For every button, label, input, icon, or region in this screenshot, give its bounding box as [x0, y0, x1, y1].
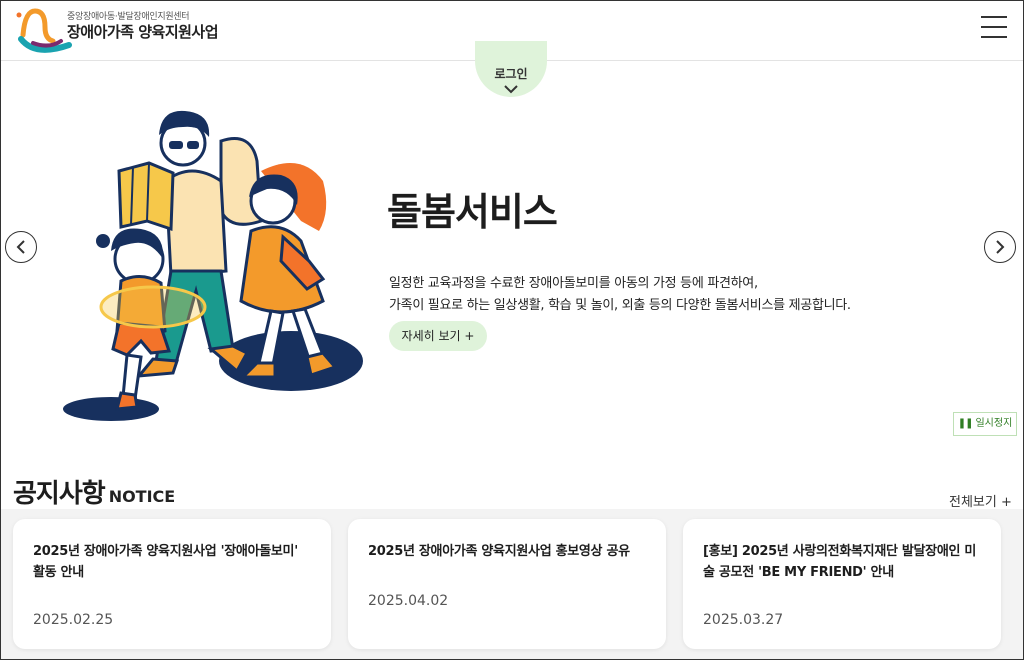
slider-next-button[interactable]: [984, 231, 1016, 263]
notice-card-title: 2025년 장애아가족 양육지원사업 '장애아돌보미' 활동 안내: [33, 544, 298, 580]
hero-title: 돌봄서비스: [387, 190, 558, 234]
pause-label: 일시정지: [975, 418, 1013, 429]
slider-prev-button[interactable]: [5, 231, 37, 263]
view-all-link[interactable]: 전체보기 +: [949, 491, 1012, 510]
notice-card-date: 2025.04.02: [368, 593, 449, 609]
login-button[interactable]: 로그인: [475, 41, 547, 97]
org-title[interactable]: 장애아가족 양육지원사업: [67, 21, 219, 42]
notice-card-list: 2025년 장애아가족 양육지원사업 '장애아돌보미' 활동 안내 2025.0…: [1, 509, 1023, 659]
page: 중앙장애아동·발달장애인지원센터 장애아가족 양육지원사업 로그인 돌봄서비스 …: [0, 0, 1024, 660]
chevron-down-icon: [504, 85, 518, 94]
more-details-button[interactable]: 자세히 보기 +: [389, 321, 487, 351]
hero-desc-line1: 일정한 교육과정을 수료한 장애아돌보미를 아동의 가정 등에 파견하여,: [389, 276, 758, 291]
login-label: 로그인: [494, 67, 528, 81]
hero-desc-line2: 가족이 필요로 하는 일상생활, 학습 및 놀이, 외출 등의 다양한 돌봄서비…: [389, 298, 851, 313]
chevron-right-icon: [996, 240, 1005, 254]
notice-card[interactable]: 2025년 장애아가족 양육지원사업 홍보영상 공유 2025.04.02: [348, 519, 666, 649]
notice-card-title: 2025년 장애아가족 양육지원사업 홍보영상 공유: [368, 544, 630, 559]
chevron-left-icon: [16, 240, 25, 254]
notice-card-date: 2025.02.25: [33, 612, 114, 628]
family-illustration: [63, 110, 363, 421]
hamburger-icon[interactable]: [981, 16, 1007, 40]
notice-card-title: [홍보] 2025년 사랑의전화복지재단 발달장애인 미술 공모전 'BE MY…: [703, 544, 977, 580]
notice-card[interactable]: 2025년 장애아가족 양육지원사업 '장애아돌보미' 활동 안내 2025.0…: [13, 519, 331, 649]
notice-card-date: 2025.03.27: [703, 612, 784, 628]
notice-heading: 공지사항 NOTICE: [13, 473, 175, 510]
notice-title-en: NOTICE: [108, 487, 176, 506]
notice-title-ko: 공지사항: [13, 479, 106, 509]
slider-pause-button[interactable]: ❚❚ 일시정지: [953, 412, 1017, 436]
notice-card[interactable]: [홍보] 2025년 사랑의전화복지재단 발달장애인 미술 공모전 'BE MY…: [683, 519, 1001, 649]
pause-icon: ❚❚: [957, 418, 974, 429]
hero-description: 일정한 교육과정을 수료한 장애아돌보미를 아동의 가정 등에 파견하여, 가족…: [389, 273, 851, 317]
